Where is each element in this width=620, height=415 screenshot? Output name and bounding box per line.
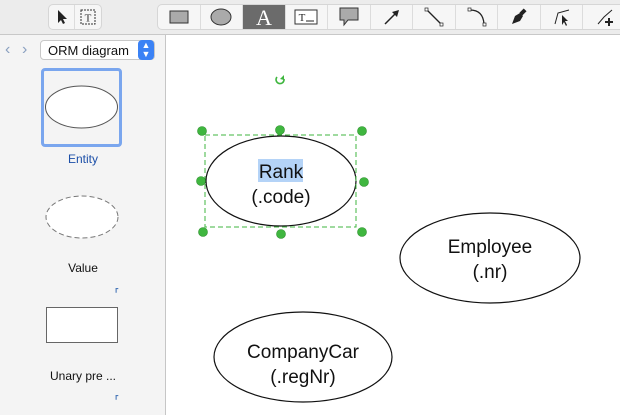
- text-icon: A: [256, 6, 272, 28]
- resize-handle[interactable]: [357, 126, 367, 136]
- resize-handle[interactable]: [198, 227, 208, 237]
- library-item-value[interactable]: [44, 195, 120, 241]
- library-item-unary-predicate[interactable]: [46, 307, 118, 343]
- resize-handle[interactable]: [197, 126, 207, 136]
- resize-corner-icon: ┏: [114, 286, 119, 293]
- resize-handle[interactable]: [276, 229, 286, 239]
- resize-handle[interactable]: [196, 176, 206, 186]
- draw-tools-group: A T: [157, 4, 620, 30]
- rank-name[interactable]: Rank: [259, 162, 304, 183]
- ellipse-tool[interactable]: [201, 5, 244, 29]
- arc-tool[interactable]: [456, 5, 499, 29]
- entity-employee[interactable]: Employee (.nr): [399, 212, 581, 304]
- diagram-canvas[interactable]: Rank (.code) Employee (.nr) CompanyCar (…: [167, 35, 620, 415]
- unary-predicate-label: Unary pre ...: [49, 369, 117, 383]
- dropdown-arrows-icon: ▲ ▼: [138, 40, 154, 60]
- svg-text:A: A: [256, 6, 272, 28]
- resize-handle[interactable]: [275, 125, 285, 135]
- entity-shape-preview: [45, 85, 118, 129]
- forward-button[interactable]: ›: [22, 41, 27, 59]
- resize-handle[interactable]: [357, 227, 367, 237]
- ellipse-icon: [210, 8, 232, 26]
- pointer-icon: [57, 10, 67, 24]
- pointer-tool[interactable]: [49, 5, 75, 29]
- text-field-icon: T: [294, 9, 318, 25]
- select-tools-group: T: [48, 4, 102, 30]
- edit-points-tool[interactable]: [541, 5, 584, 29]
- entity-rank[interactable]: Rank (.code): [205, 135, 357, 227]
- add-point-icon: [597, 9, 613, 26]
- companycar-name[interactable]: CompanyCar: [247, 342, 360, 363]
- arrow-tool[interactable]: [371, 5, 414, 29]
- library-item-entity[interactable]: [41, 68, 122, 147]
- callout-tool[interactable]: [328, 5, 371, 29]
- entity-label: Entity: [67, 152, 98, 166]
- companycar-ref-mode[interactable]: (.regNr): [270, 367, 335, 388]
- svg-text:T: T: [85, 13, 92, 25]
- resize-corner-icon: ┏: [114, 393, 119, 400]
- svg-text:T: T: [299, 12, 306, 24]
- text-tool[interactable]: A: [243, 5, 286, 29]
- rotate-handle[interactable]: [275, 75, 285, 85]
- line-icon: [424, 7, 444, 27]
- value-label: Value: [68, 261, 98, 275]
- arrow-icon: [383, 10, 399, 25]
- text-select-tool[interactable]: T: [75, 5, 101, 29]
- library-dropdown[interactable]: ORM diagram ▲ ▼: [40, 40, 155, 60]
- edit-points-icon: [554, 9, 569, 26]
- employee-ref-mode[interactable]: (.nr): [473, 262, 508, 283]
- back-button[interactable]: ‹: [5, 41, 10, 59]
- entity-companycar[interactable]: CompanyCar (.regNr): [213, 311, 393, 403]
- callout-icon: [339, 7, 359, 27]
- rectangle-icon: [169, 10, 189, 24]
- toolbar: T A T: [0, 0, 620, 35]
- arc-icon: [467, 7, 486, 27]
- rank-ref-mode[interactable]: (.code): [251, 187, 310, 208]
- resize-handle[interactable]: [359, 177, 369, 187]
- library-sidebar: ‹ › ORM diagram ▲ ▼ Entity Value ┏ Unary p…: [0, 35, 166, 415]
- rectangle-tool[interactable]: [158, 5, 201, 29]
- library-dropdown-value: ORM diagram: [48, 43, 129, 58]
- employee-name[interactable]: Employee: [448, 237, 533, 258]
- line-tool[interactable]: [413, 5, 456, 29]
- pen-icon: [512, 8, 527, 24]
- text-field-tool[interactable]: T: [286, 5, 329, 29]
- text-box-select-icon: T: [80, 9, 96, 25]
- pen-tool[interactable]: [498, 5, 541, 29]
- add-point-tool[interactable]: [583, 5, 620, 29]
